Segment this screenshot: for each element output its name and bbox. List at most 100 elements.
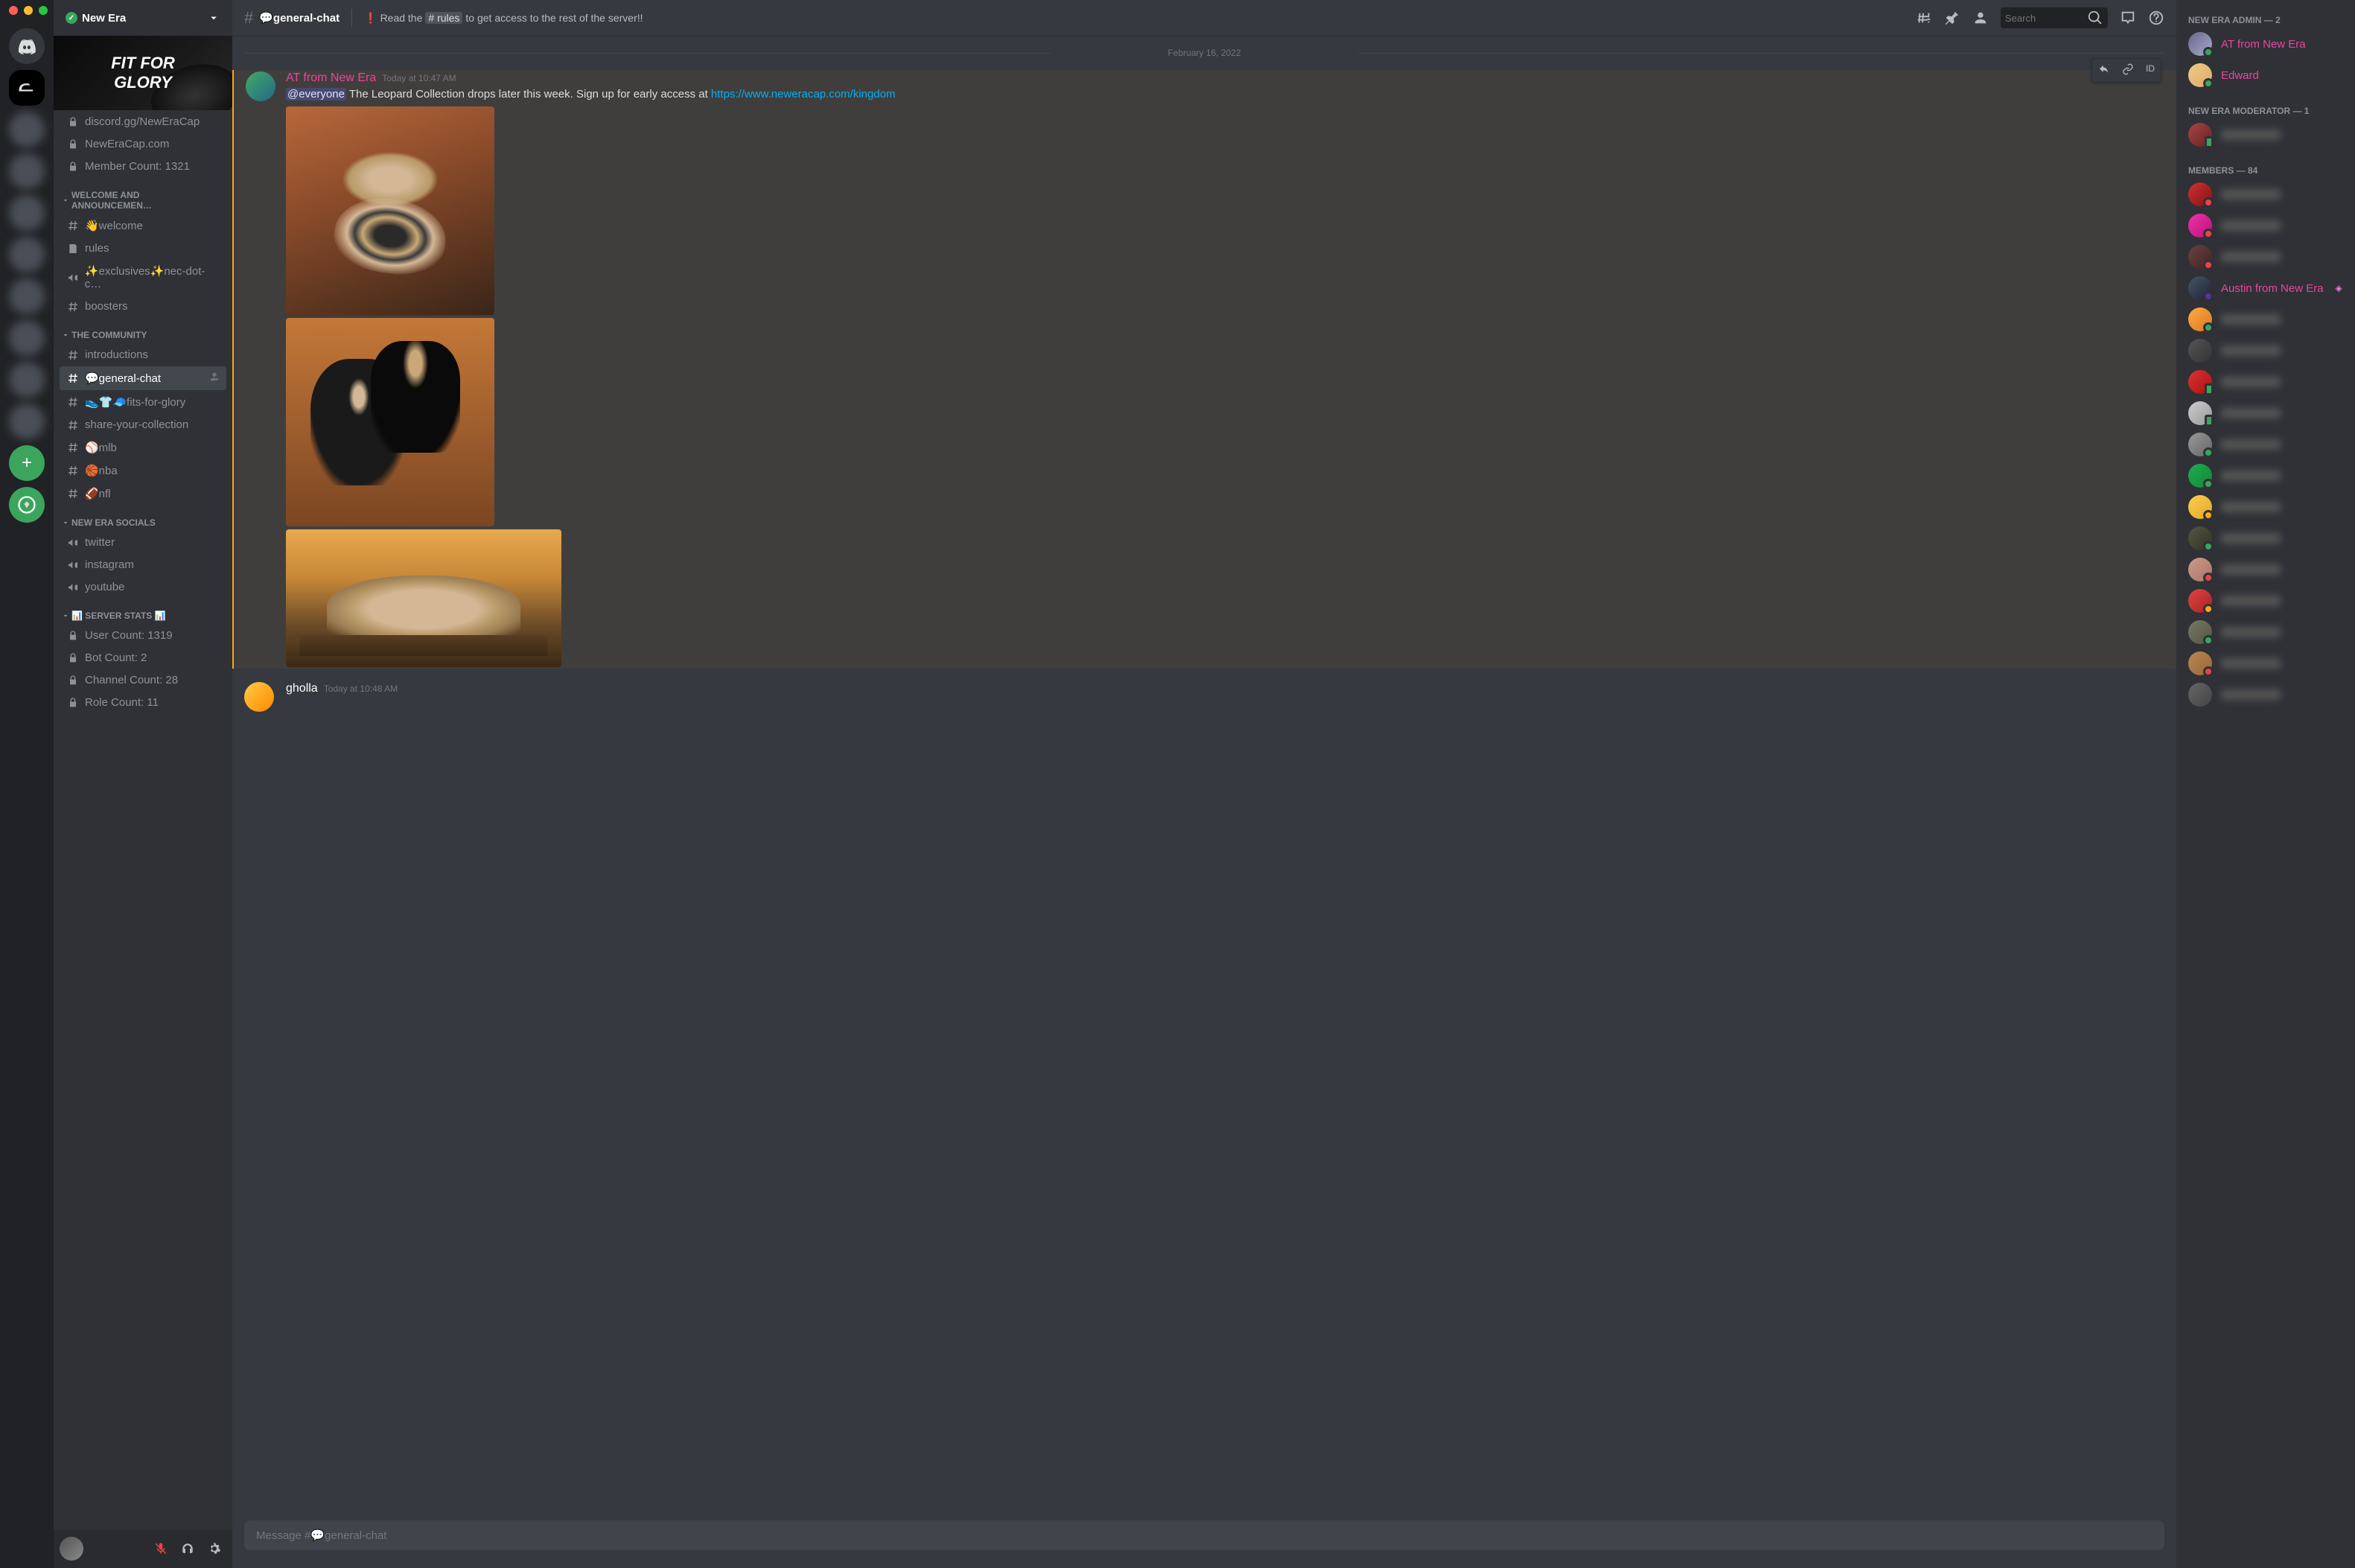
explore-servers-button[interactable] [9, 487, 45, 523]
avatar[interactable] [2188, 182, 2212, 206]
attachment-image[interactable] [286, 529, 561, 667]
message-input[interactable]: Message #💬general-chat [244, 1520, 2164, 1550]
server-new-era[interactable] [9, 70, 45, 106]
avatar[interactable] [2188, 339, 2212, 363]
avatar[interactable] [2188, 495, 2212, 519]
avatar[interactable] [2188, 370, 2212, 394]
channel-discord-gg-neweracap[interactable]: discord.gg/NewEraCap [60, 111, 226, 133]
avatar[interactable] [2188, 589, 2212, 613]
member-list[interactable]: NEW ERA ADMIN — 2AT from New EraEdwardNE… [2176, 0, 2355, 1568]
add-server-button[interactable]: + [9, 445, 45, 481]
channel-share-your-collection[interactable]: share-your-collection [60, 414, 226, 436]
member-item[interactable] [2182, 366, 2349, 398]
server-item[interactable] [9, 404, 45, 439]
reply-icon[interactable] [2092, 59, 2116, 82]
channel-role-count-11[interactable]: Role Count: 11 [60, 692, 226, 713]
channel-rules[interactable]: rules [60, 238, 226, 259]
avatar[interactable] [2188, 558, 2212, 581]
id-button[interactable]: ID [2140, 59, 2161, 82]
deafen-button[interactable] [176, 1537, 200, 1561]
mute-button[interactable] [149, 1537, 173, 1561]
channel-introductions[interactable]: introductions [60, 344, 226, 366]
member-item[interactable] [2182, 398, 2349, 429]
avatar[interactable] [2188, 276, 2212, 300]
channel-member-count-1321[interactable]: Member Count: 1321 [60, 156, 226, 177]
channel--exclusives-nec-dot-c-[interactable]: ✨exclusives✨nec-dot-c… [60, 260, 226, 295]
channel--nba[interactable]: 🏀nba [60, 459, 226, 482]
attachment-image[interactable] [286, 318, 494, 526]
member-item[interactable] [2182, 585, 2349, 616]
server-item[interactable] [9, 237, 45, 273]
member-item[interactable] [2182, 429, 2349, 460]
channel--general-chat[interactable]: 💬general-chat [60, 366, 226, 390]
search-input[interactable] [2005, 13, 2087, 24]
channel-category[interactable]: THE COMMUNITY [60, 318, 226, 343]
inbox-icon[interactable] [2120, 10, 2136, 26]
member-item[interactable]: Austin from New Era◈ [2182, 273, 2349, 304]
channel-twitter[interactable]: twitter [60, 532, 226, 553]
channel-category[interactable]: 📊 SERVER STATS 📊 [60, 599, 226, 624]
avatar[interactable] [2188, 307, 2212, 331]
channel-bot-count-2[interactable]: Bot Count: 2 [60, 647, 226, 669]
server-item[interactable] [9, 278, 45, 314]
minimize-window-icon[interactable] [24, 6, 33, 15]
server-item[interactable] [9, 362, 45, 398]
message-toolbar[interactable]: ID [2091, 58, 2161, 83]
avatar[interactable] [2188, 683, 2212, 707]
help-icon[interactable] [2148, 10, 2164, 26]
message-author[interactable]: AT from New Era [286, 71, 376, 85]
member-item[interactable] [2182, 491, 2349, 523]
threads-icon[interactable] [1916, 10, 1932, 26]
server-item[interactable] [9, 320, 45, 356]
members-toggle-icon[interactable] [1972, 10, 1989, 26]
avatar[interactable] [2188, 32, 2212, 56]
member-item[interactable] [2182, 616, 2349, 648]
message-link[interactable]: https://www.neweracap.com/kingdom [711, 88, 896, 101]
avatar[interactable] [2188, 63, 2212, 87]
avatar[interactable] [2188, 401, 2212, 425]
avatar[interactable] [2188, 620, 2212, 644]
server-item[interactable] [9, 153, 45, 189]
rules-channel-link[interactable]: # rules [425, 12, 462, 24]
channel-category[interactable]: WELCOME AND ANNOUNCEMEN… [60, 178, 226, 214]
member-item[interactable] [2182, 648, 2349, 679]
member-item[interactable] [2182, 554, 2349, 585]
avatar[interactable] [2188, 123, 2212, 147]
channel--welcome[interactable]: 👋welcome [60, 214, 226, 237]
close-window-icon[interactable] [9, 6, 18, 15]
server-item[interactable] [9, 112, 45, 147]
message-list[interactable]: February 16, 2022 ID AT from New Era Tod… [232, 36, 2176, 1520]
avatar[interactable] [2188, 526, 2212, 550]
channel-instagram[interactable]: instagram [60, 554, 226, 576]
server-item[interactable] [9, 195, 45, 231]
member-item[interactable] [2182, 179, 2349, 210]
channel-category[interactable]: NEW ERA SOCIALS [60, 506, 226, 531]
server-header[interactable]: ✓New Era [54, 0, 232, 36]
attachment-image[interactable] [286, 106, 494, 315]
channel-list[interactable]: discord.gg/NewEraCapNewEraCap.comMember … [54, 110, 232, 1529]
avatar[interactable] [2188, 433, 2212, 456]
channel-neweracap-com[interactable]: NewEraCap.com [60, 133, 226, 155]
member-item[interactable] [2182, 679, 2349, 710]
channel-boosters[interactable]: boosters [60, 296, 226, 317]
member-item[interactable] [2182, 119, 2349, 150]
home-button[interactable] [9, 28, 45, 64]
member-item[interactable] [2182, 241, 2349, 273]
member-item[interactable] [2182, 210, 2349, 241]
member-item[interactable] [2182, 335, 2349, 366]
channel-user-count-1319[interactable]: User Count: 1319 [60, 625, 226, 646]
traffic-lights[interactable] [9, 6, 48, 15]
channel--nfl[interactable]: 🏈nfl [60, 482, 226, 505]
channel-youtube[interactable]: youtube [60, 576, 226, 598]
member-item[interactable]: Edward [2182, 60, 2349, 91]
channel--fits-for-glory[interactable]: 👟👕🧢fits-for-glory [60, 391, 226, 413]
avatar[interactable] [2188, 214, 2212, 238]
member-item[interactable] [2182, 523, 2349, 554]
channel-channel-count-28[interactable]: Channel Count: 28 [60, 669, 226, 691]
avatar[interactable] [246, 71, 275, 101]
create-invite-icon[interactable] [208, 371, 220, 386]
avatar[interactable] [2188, 464, 2212, 488]
pinned-icon[interactable] [1944, 10, 1960, 26]
avatar[interactable] [2188, 651, 2212, 675]
member-item[interactable] [2182, 460, 2349, 491]
